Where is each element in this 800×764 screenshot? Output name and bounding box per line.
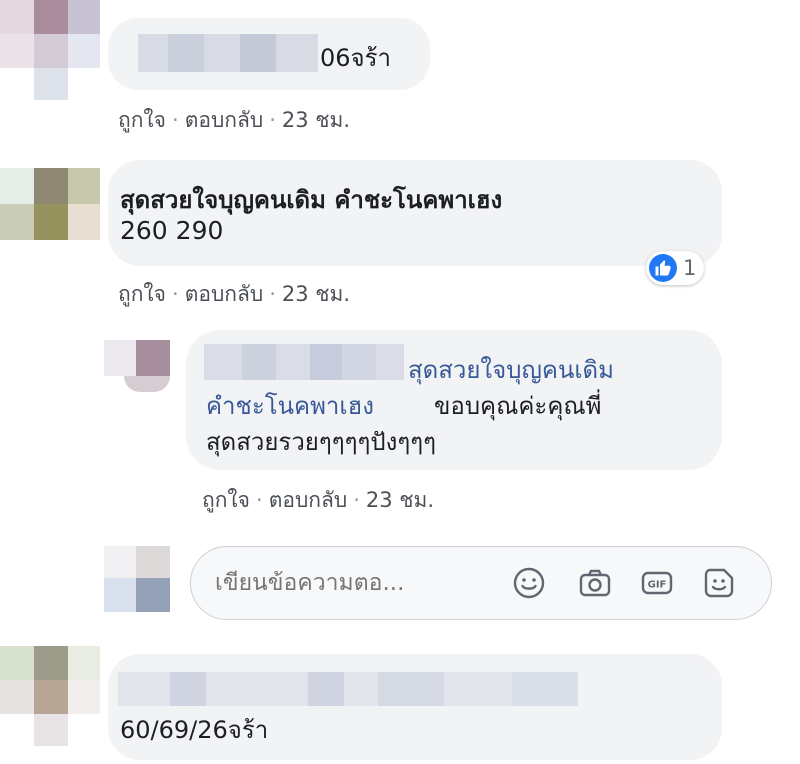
mention-link[interactable]: สุดสวยใจบุญคนเดิม (408, 350, 614, 389)
reply-link[interactable]: ตอบกลับ (185, 108, 264, 132)
like-link[interactable]: ถูกใจ (118, 108, 166, 132)
like-link[interactable]: ถูกใจ (202, 488, 250, 512)
timestamp[interactable]: 23 ชม. (282, 108, 350, 132)
comment-composer[interactable]: GIF (190, 546, 772, 620)
redacted-name (170, 672, 206, 706)
comment-text: 260 290 (120, 216, 224, 245)
timestamp[interactable]: 23 ชม. (282, 282, 350, 306)
comment-actions: ถูกใจ · ตอบกลับ · 23 ชม. (202, 484, 434, 517)
redacted-name (378, 672, 444, 706)
comment-actions: ถูกใจ · ตอบกลับ · 23 ชม. (118, 278, 350, 311)
comment-text: สุดสวยรวยๆๆๆๆปังๆๆๆ (206, 428, 437, 456)
redacted-name (310, 344, 344, 380)
mention-link[interactable]: คำชะโนคพาเฮง (206, 386, 374, 425)
like-link[interactable]: ถูกใจ (118, 282, 166, 306)
avatar[interactable] (104, 340, 170, 392)
comment-input[interactable] (213, 569, 497, 597)
reaction-badge[interactable]: 1 (646, 251, 705, 285)
redacted-name (138, 34, 318, 72)
reply-link[interactable]: ตอบกลับ (269, 488, 348, 512)
reaction-count: 1 (683, 256, 697, 280)
separator: · (172, 108, 179, 132)
avatar[interactable] (0, 646, 100, 746)
comment-text: ขอบคุณค่ะคุณพี่ (434, 392, 602, 420)
comment-bubble: สุดสวยใจบุญคนเดิม คำชะโนคพาเฮง 260 290 (108, 160, 722, 266)
timestamp[interactable]: 23 ชม. (366, 488, 434, 512)
avatar[interactable] (0, 168, 100, 240)
svg-text:GIF: GIF (648, 580, 667, 591)
gif-icon[interactable]: GIF (639, 565, 675, 601)
redacted-name (512, 672, 578, 706)
like-reaction-icon (649, 254, 677, 282)
comment-actions: ถูกใจ · ตอบกลับ · 23 ชม. (118, 104, 350, 137)
comment-bubble: สุดสวยใจบุญคนเดิม คำชะโนคพาเฮง ขอบคุณค่ะ… (186, 330, 722, 470)
avatar[interactable] (0, 0, 100, 100)
redacted-name (342, 344, 376, 380)
redacted-name (242, 344, 276, 380)
reply-link[interactable]: ตอบกลับ (185, 282, 264, 306)
avatar (104, 546, 170, 612)
comment-bubble: 06จร้า (108, 18, 430, 90)
separator: · (353, 488, 360, 512)
comment-bubble: 60/69/26จร้า (108, 654, 722, 760)
comment-text: 06จร้า (320, 44, 391, 72)
sticker-icon[interactable] (701, 565, 737, 601)
separator: · (256, 488, 263, 512)
redacted-name (240, 34, 276, 72)
separator: · (269, 108, 276, 132)
comment-text: 60/69/26จร้า (120, 716, 269, 744)
emoji-icon[interactable] (511, 565, 547, 601)
redacted-name (308, 672, 344, 706)
redacted-name (168, 34, 204, 72)
separator: · (269, 282, 276, 306)
separator: · (172, 282, 179, 306)
camera-icon[interactable] (577, 565, 613, 601)
comment-author[interactable]: สุดสวยใจบุญคนเดิม คำชะโนคพาเฮง (120, 180, 502, 219)
